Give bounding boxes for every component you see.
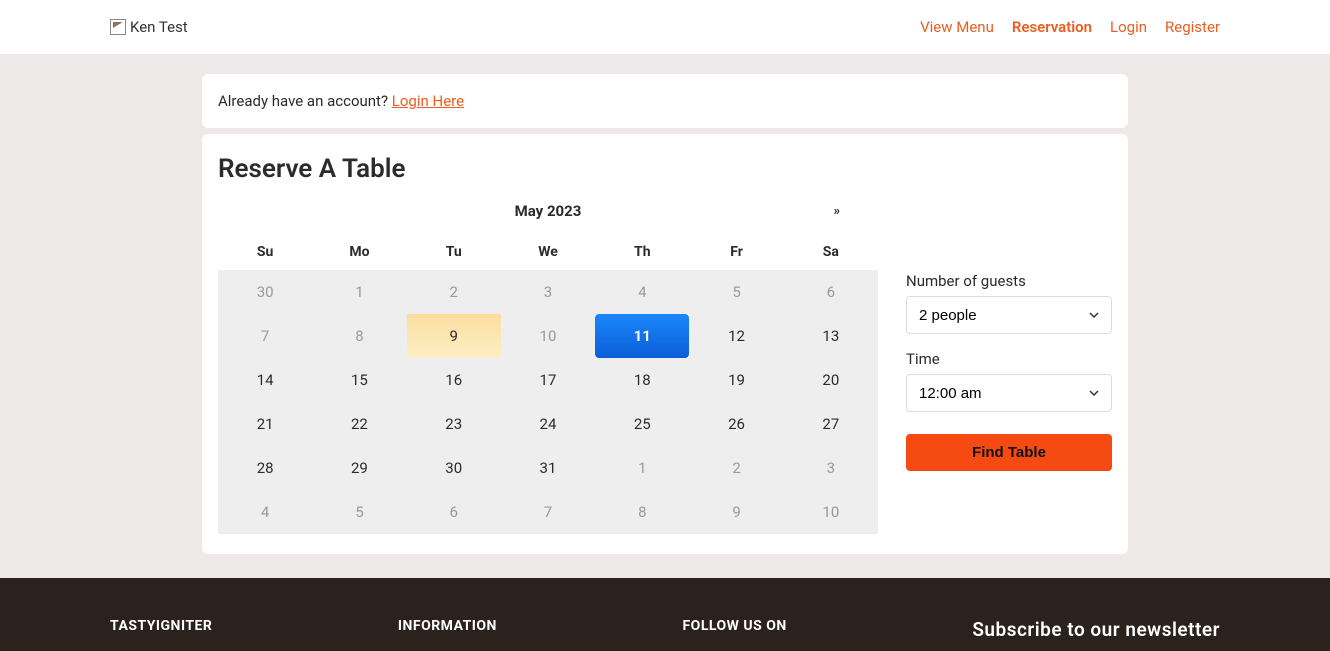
page-title: Reserve A Table <box>218 154 1112 184</box>
header: Ken Test View Menu Reservation Login Reg… <box>0 0 1330 54</box>
calendar-dow: Th <box>595 234 689 270</box>
calendar-day[interactable]: 5 <box>689 270 783 314</box>
calendar-day[interactable]: 3 <box>501 270 595 314</box>
calendar-day[interactable]: 8 <box>312 314 406 358</box>
calendar-day[interactable]: 8 <box>595 490 689 534</box>
calendar-dow: Fr <box>689 234 783 270</box>
calendar-day[interactable]: 4 <box>218 490 312 534</box>
logo-text: Ken Test <box>130 18 188 36</box>
guests-label: Number of guests <box>906 272 1112 290</box>
calendar-day[interactable]: 15 <box>312 358 406 402</box>
calendar-day[interactable]: 1 <box>595 446 689 490</box>
calendar-day[interactable]: 22 <box>312 402 406 446</box>
reserve-card: Reserve A Table May 2023 » SuMoTuWeThFrS… <box>202 134 1128 554</box>
calendar-day[interactable]: 10 <box>501 314 595 358</box>
calendar-day[interactable]: 10 <box>784 490 878 534</box>
calendar-day[interactable]: 20 <box>784 358 878 402</box>
calendar-day[interactable]: 6 <box>407 490 501 534</box>
time-select[interactable]: 12:00 am <box>906 374 1112 412</box>
calendar-day[interactable]: 1 <box>312 270 406 314</box>
login-prompt-text: Already have an account? <box>218 92 392 110</box>
calendar-day[interactable]: 9 <box>407 314 501 358</box>
footer: TASTYIGNITER INFORMATION FOLLOW US ON Su… <box>0 578 1330 651</box>
calendar-dow: Tu <box>407 234 501 270</box>
calendar-day[interactable]: 31 <box>501 446 595 490</box>
footer-col-information: INFORMATION <box>398 618 497 634</box>
calendar-day[interactable]: 4 <box>595 270 689 314</box>
calendar-day[interactable]: 25 <box>595 402 689 446</box>
nav-register[interactable]: Register <box>1165 18 1220 36</box>
calendar-dow: We <box>501 234 595 270</box>
calendar-day[interactable]: 5 <box>312 490 406 534</box>
calendar-dow: Mo <box>312 234 406 270</box>
calendar-day[interactable]: 2 <box>407 270 501 314</box>
calendar-day[interactable]: 16 <box>407 358 501 402</box>
calendar-day[interactable]: 7 <box>218 314 312 358</box>
nav-login[interactable]: Login <box>1110 18 1147 36</box>
calendar-day[interactable]: 27 <box>784 402 878 446</box>
calendar-day[interactable]: 9 <box>689 490 783 534</box>
calendar-day[interactable]: 24 <box>501 402 595 446</box>
calendar-next-button[interactable]: » <box>834 204 839 219</box>
calendar-day[interactable]: 19 <box>689 358 783 402</box>
calendar-day[interactable]: 30 <box>407 446 501 490</box>
nav: View Menu Reservation Login Register <box>920 18 1220 36</box>
calendar-day[interactable]: 2 <box>689 446 783 490</box>
calendar-day[interactable]: 17 <box>501 358 595 402</box>
find-table-button[interactable]: Find Table <box>906 434 1112 471</box>
calendar-month-title: May 2023 <box>515 202 582 220</box>
time-label: Time <box>906 350 1112 368</box>
calendar-day[interactable]: 23 <box>407 402 501 446</box>
calendar-dow: Sa <box>784 234 878 270</box>
calendar-day[interactable]: 6 <box>784 270 878 314</box>
nav-view-menu[interactable]: View Menu <box>920 18 994 36</box>
reservation-form: Number of guests 2 people Time 12:00 am <box>906 202 1112 534</box>
calendar-day[interactable]: 29 <box>312 446 406 490</box>
calendar-day[interactable]: 12 <box>689 314 783 358</box>
calendar-day[interactable]: 14 <box>218 358 312 402</box>
logo[interactable]: Ken Test <box>110 18 188 36</box>
nav-reservation[interactable]: Reservation <box>1012 18 1092 36</box>
logo-icon <box>110 19 126 35</box>
calendar-day[interactable]: 26 <box>689 402 783 446</box>
calendar-day[interactable]: 11 <box>595 314 689 358</box>
footer-col-tastyigniter: TASTYIGNITER <box>110 618 212 634</box>
footer-col-follow: FOLLOW US ON <box>682 618 786 634</box>
calendar-day[interactable]: 13 <box>784 314 878 358</box>
calendar: May 2023 » SuMoTuWeThFrSa 30123456789101… <box>218 202 878 534</box>
calendar-day[interactable]: 28 <box>218 446 312 490</box>
calendar-day[interactable]: 3 <box>784 446 878 490</box>
calendar-dow: Su <box>218 234 312 270</box>
footer-col-subscribe: Subscribe to our newsletter <box>972 618 1220 641</box>
calendar-day[interactable]: 30 <box>218 270 312 314</box>
login-here-link[interactable]: Login Here <box>392 92 464 110</box>
calendar-day[interactable]: 7 <box>501 490 595 534</box>
login-prompt-bar: Already have an account? Login Here <box>202 74 1128 128</box>
calendar-day[interactable]: 18 <box>595 358 689 402</box>
calendar-day[interactable]: 21 <box>218 402 312 446</box>
guests-select[interactable]: 2 people <box>906 296 1112 334</box>
